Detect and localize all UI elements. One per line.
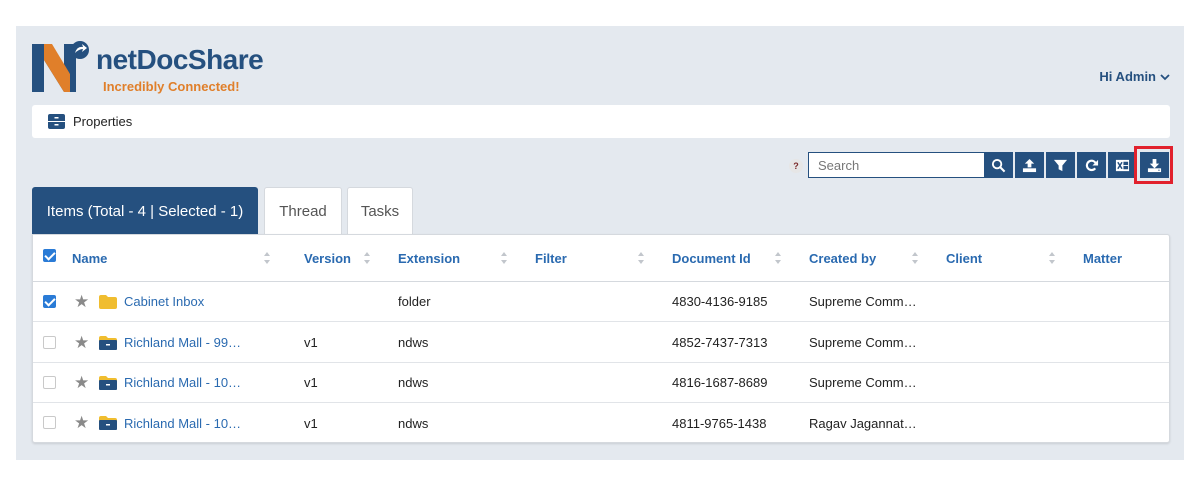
select-all-checkbox[interactable]	[43, 249, 56, 262]
favorite-star-icon[interactable]: ★	[74, 414, 89, 431]
workspace-folder-icon	[99, 376, 117, 390]
chevron-down-icon	[1160, 73, 1170, 80]
brand-tagline: Incredibly Connected!	[103, 79, 240, 94]
sort-icon[interactable]	[363, 251, 371, 265]
row-checkbox[interactable]	[43, 376, 56, 389]
download-highlight	[1134, 146, 1173, 184]
netdocshare-logo: netDocShare Incredibly Connected!	[30, 40, 264, 96]
user-greeting: Hi Admin	[1099, 69, 1156, 84]
refresh-button[interactable]	[1077, 152, 1106, 178]
column-header-matter[interactable]: Matter	[1083, 235, 1122, 281]
favorite-star-icon[interactable]: ★	[74, 293, 89, 310]
column-header-created-by[interactable]: Created by	[809, 235, 876, 281]
row-name-link[interactable]: Richland Mall - 10…	[124, 403, 241, 442]
export-excel-button[interactable]	[1108, 152, 1137, 178]
row-extension: ndws	[398, 335, 429, 350]
search-icon	[991, 158, 1006, 172]
workspace-folder-icon	[99, 416, 117, 430]
row-created-by: Supreme Comm…	[809, 294, 917, 309]
tab-thread[interactable]: Thread	[264, 187, 342, 234]
row-document-id: 4816-1687-8689	[672, 375, 768, 390]
help-icon[interactable]: ?	[789, 159, 803, 173]
folder-icon	[99, 295, 117, 309]
filter-button[interactable]	[1046, 152, 1075, 178]
table-row[interactable]: ★ Richland Mall - 10… v1 ndws 4811-9765-…	[33, 403, 1169, 442]
sort-icon[interactable]	[500, 251, 508, 265]
table-row[interactable]: ★ Richland Mall - 10… v1 ndws 4816-1687-…	[33, 363, 1169, 403]
column-header-name[interactable]: Name	[72, 235, 107, 281]
tab-items[interactable]: Items (Total - 4 | Selected - 1)	[32, 187, 258, 234]
row-created-by: Ragav Jagannat…	[809, 415, 917, 431]
upload-button[interactable]	[1015, 152, 1044, 178]
sort-icon[interactable]	[911, 251, 919, 265]
sort-icon[interactable]	[774, 251, 782, 265]
row-name-link[interactable]: Richland Mall - 99…	[124, 323, 241, 362]
filter-icon	[1053, 159, 1068, 171]
cabinet-icon	[48, 114, 65, 129]
table-row[interactable]: ★ Richland Mall - 99… v1 ndws 4852-7437-…	[33, 323, 1169, 363]
table-header: Name Version Extension Filter Document I…	[33, 235, 1169, 282]
breadcrumb: Properties	[32, 105, 1170, 138]
upload-icon	[1022, 158, 1037, 172]
row-created-by: Supreme Comm…	[809, 335, 917, 350]
column-header-version[interactable]: Version	[304, 235, 351, 281]
tab-tasks[interactable]: Tasks	[347, 187, 413, 234]
search-button[interactable]	[984, 152, 1013, 178]
table-row[interactable]: ★ Cabinet Inbox folder 4830-4136-9185 Su…	[33, 282, 1169, 322]
refresh-icon	[1085, 159, 1099, 171]
column-header-filter[interactable]: Filter	[535, 235, 567, 281]
row-name-link[interactable]: Cabinet Inbox	[124, 282, 204, 321]
row-created-by: Supreme Comm…	[809, 375, 917, 390]
user-menu[interactable]: Hi Admin	[1099, 69, 1170, 84]
favorite-star-icon[interactable]: ★	[74, 374, 89, 391]
sort-icon[interactable]	[637, 251, 645, 265]
row-checkbox[interactable]	[43, 295, 56, 308]
row-document-id: 4811-9765-1438	[672, 415, 767, 431]
row-extension: folder	[398, 294, 431, 309]
column-header-client[interactable]: Client	[946, 235, 982, 281]
excel-export-icon	[1115, 159, 1130, 171]
row-document-id: 4852-7437-7313	[672, 335, 768, 350]
brand-name: netDocShare	[96, 44, 264, 75]
row-checkbox[interactable]	[43, 416, 56, 429]
search-input[interactable]	[808, 152, 984, 178]
favorite-star-icon[interactable]: ★	[74, 334, 89, 351]
row-document-id: 4830-4136-9185	[672, 294, 768, 309]
column-header-document-id[interactable]: Document Id	[672, 235, 751, 281]
row-version: v1	[304, 335, 318, 350]
sort-icon[interactable]	[263, 251, 271, 265]
workspace-folder-icon	[99, 336, 117, 350]
breadcrumb-label: Properties	[73, 114, 133, 129]
row-extension: ndws	[398, 415, 429, 431]
sort-icon[interactable]	[1048, 251, 1056, 265]
logo-mark-icon	[32, 41, 89, 92]
row-checkbox[interactable]	[43, 336, 56, 349]
row-version: v1	[304, 415, 318, 431]
items-table: Name Version Extension Filter Document I…	[32, 234, 1170, 443]
row-extension: ndws	[398, 375, 429, 390]
row-version: v1	[304, 375, 318, 390]
column-header-extension[interactable]: Extension	[398, 235, 460, 281]
row-name-link[interactable]: Richland Mall - 10…	[124, 363, 241, 402]
